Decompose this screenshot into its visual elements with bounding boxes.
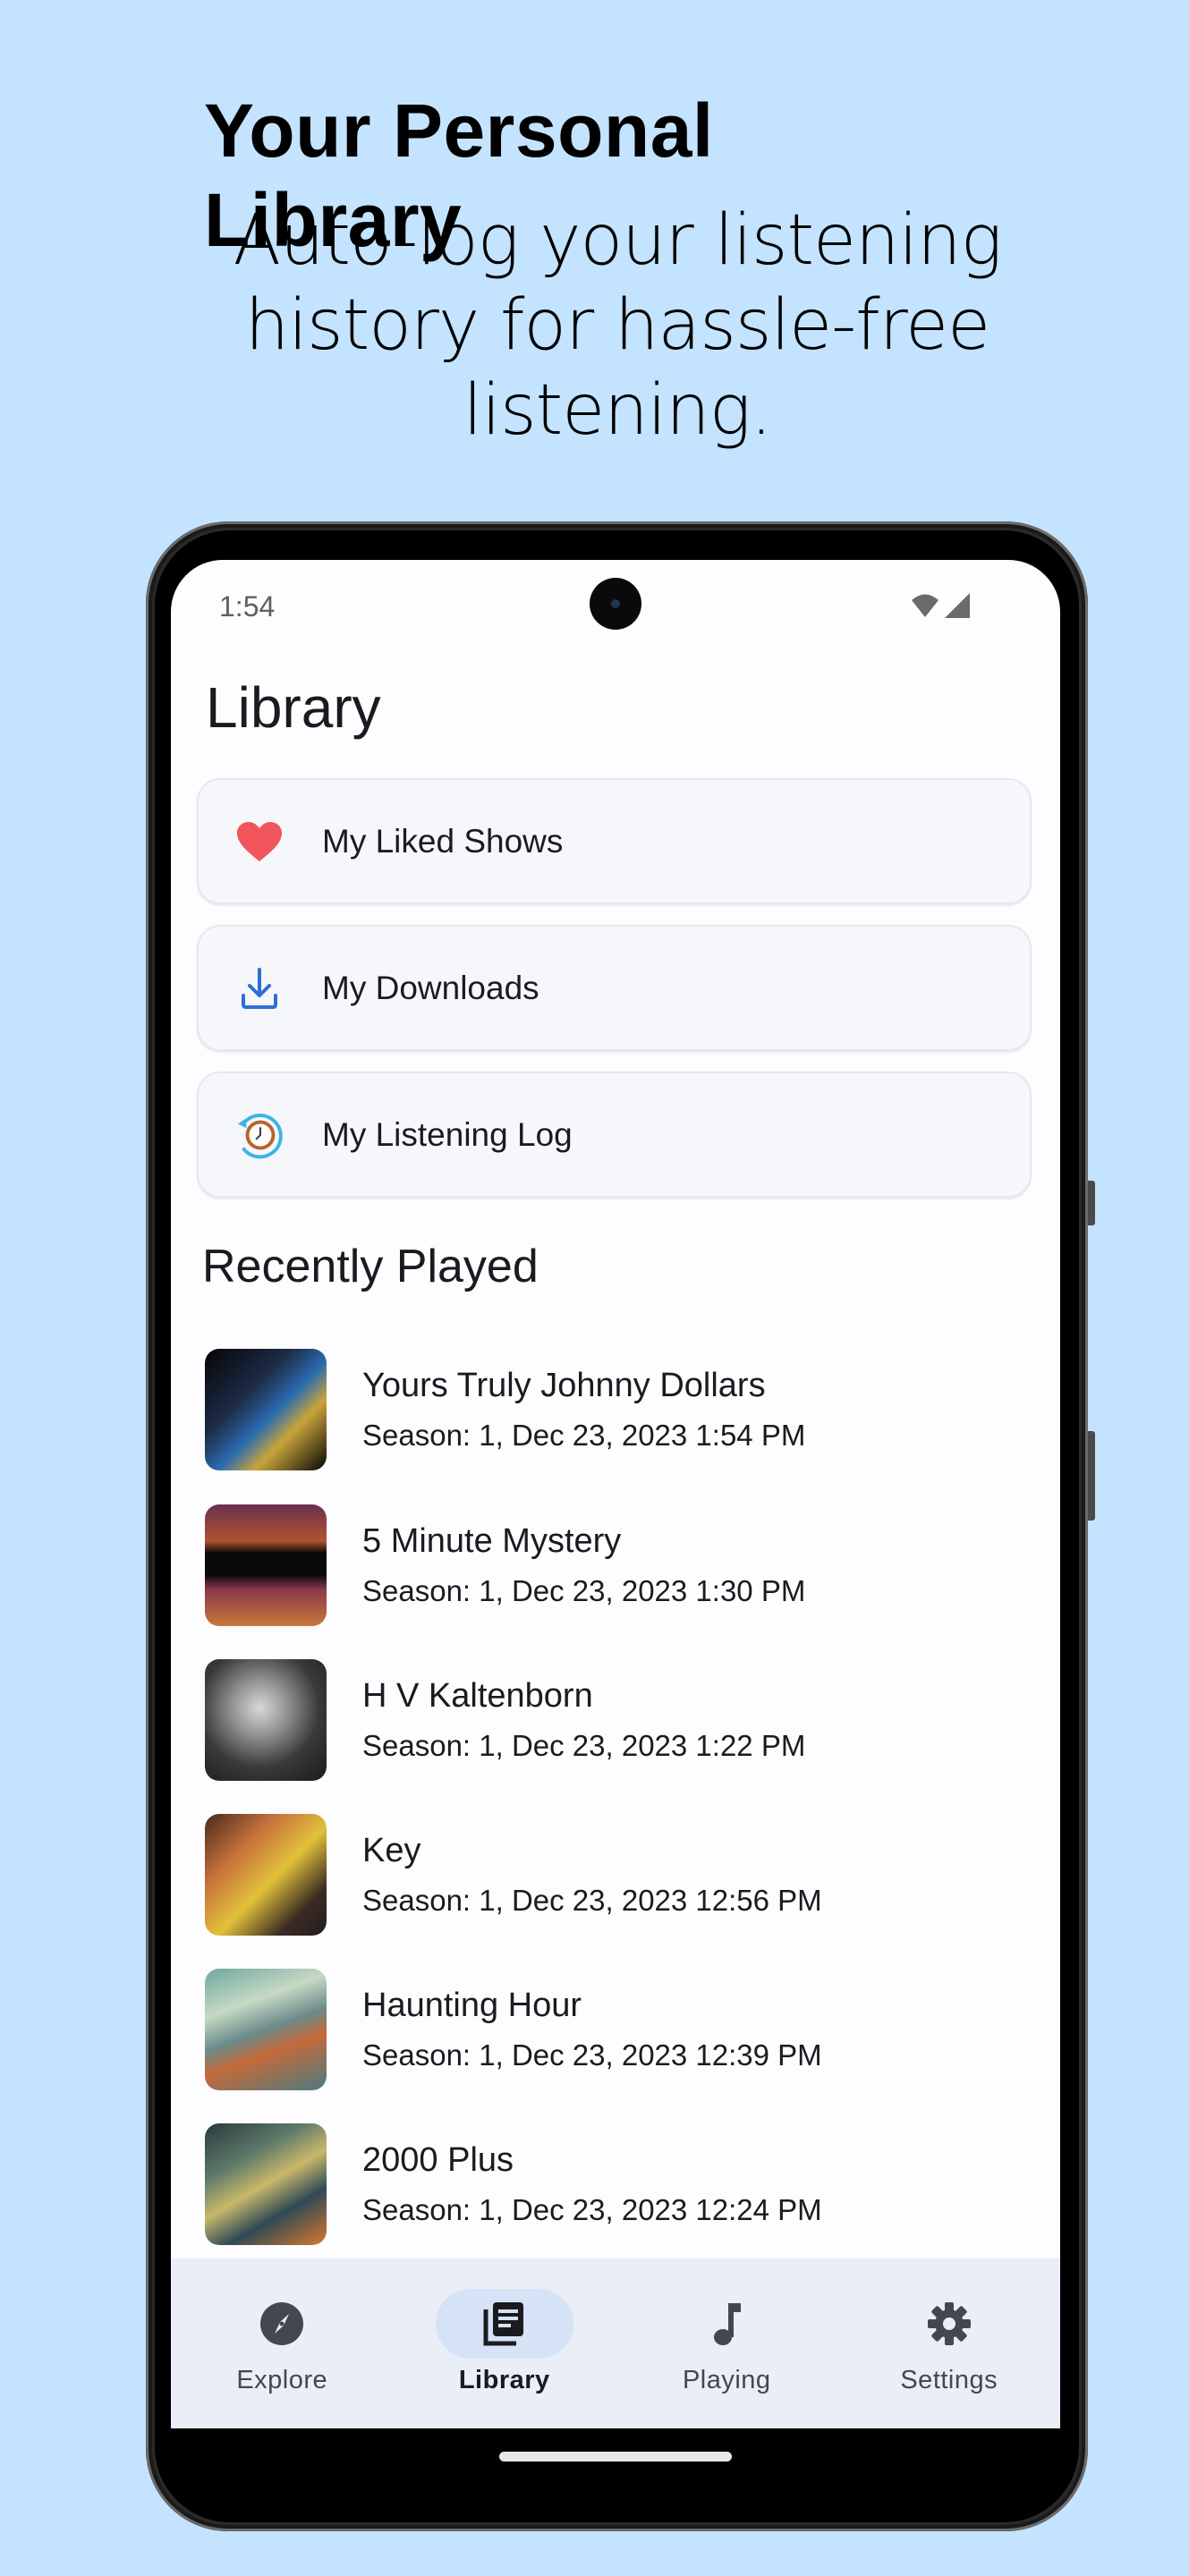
item-title: Key — [362, 1832, 421, 1869]
item-subtitle: Season: 1, Dec 23, 2023 12:56 PM — [362, 1884, 822, 1917]
cover-art — [205, 2123, 327, 2245]
item-title: Haunting Hour — [362, 1987, 582, 2024]
library-books-icon — [483, 2302, 523, 2346]
cover-art — [205, 1659, 327, 1781]
item-subtitle: Season: 1, Dec 23, 2023 12:39 PM — [362, 2038, 822, 2072]
item-title: H V Kaltenborn — [362, 1677, 593, 1715]
home-indicator[interactable] — [499, 2452, 732, 2462]
downloads-card[interactable]: My Downloads — [197, 925, 1032, 1051]
cover-art — [205, 1349, 327, 1470]
heart-icon — [234, 817, 285, 867]
item-subtitle: Season: 1, Dec 23, 2023 1:54 PM — [362, 1419, 806, 1452]
power-button — [1088, 1431, 1095, 1521]
compass-icon — [260, 2302, 304, 2345]
status-time: 1:54 — [219, 590, 276, 623]
nav-playing[interactable]: Playing — [616, 2258, 838, 2428]
bottom-navigation: Explore Library Playing Settings — [171, 2258, 1060, 2428]
recent-item[interactable]: Haunting Hour Season: 1, Dec 23, 2023 12… — [205, 1969, 1028, 2090]
status-icons — [910, 592, 971, 619]
item-subtitle: Season: 1, Dec 23, 2023 1:22 PM — [362, 1729, 806, 1762]
nav-label: Settings — [900, 2366, 998, 2394]
phone-screen: 1:54 Library My Liked Shows My Downloads… — [171, 560, 1060, 2428]
front-camera — [590, 578, 641, 630]
cell-signal-icon — [945, 593, 970, 618]
recent-item[interactable]: 5 Minute Mystery Season: 1, Dec 23, 2023… — [205, 1504, 1028, 1626]
nav-explore[interactable]: Explore — [171, 2258, 394, 2428]
nav-pill — [213, 2289, 351, 2359]
nav-label: Explore — [236, 2366, 328, 2394]
recent-item[interactable]: H V Kaltenborn Season: 1, Dec 23, 2023 1… — [205, 1659, 1028, 1781]
item-title: Yours Truly Johnny Dollars — [362, 1367, 766, 1404]
card-label: My Downloads — [322, 969, 539, 1006]
liked-shows-card[interactable]: My Liked Shows — [197, 778, 1032, 904]
cover-art — [205, 1814, 327, 1936]
nav-settings[interactable]: Settings — [838, 2258, 1061, 2428]
download-icon — [234, 963, 285, 1013]
music-note-icon — [714, 2303, 742, 2345]
recent-item[interactable]: Key Season: 1, Dec 23, 2023 12:56 PM — [205, 1814, 1028, 1936]
listening-log-card[interactable]: My Listening Log — [197, 1072, 1032, 1198]
cover-art — [205, 1504, 327, 1626]
wifi-icon — [912, 594, 938, 617]
recently-played-title: Recently Played — [202, 1241, 539, 1292]
nav-pill-active — [435, 2289, 573, 2359]
history-clock-icon — [234, 1110, 285, 1160]
item-subtitle: Season: 1, Dec 23, 2023 1:30 PM — [362, 1574, 806, 1607]
nav-label: Playing — [682, 2366, 771, 2394]
item-title: 5 Minute Mystery — [362, 1522, 622, 1560]
recent-item[interactable]: 2000 Plus Season: 1, Dec 23, 2023 12:24 … — [205, 2123, 1028, 2245]
nav-library[interactable]: Library — [394, 2258, 616, 2428]
item-title: 2000 Plus — [362, 2141, 514, 2179]
nav-pill — [658, 2289, 795, 2359]
page-title: Library — [206, 675, 381, 740]
nav-pill — [880, 2289, 1018, 2359]
item-subtitle: Season: 1, Dec 23, 2023 12:24 PM — [362, 2193, 822, 2226]
cover-art — [205, 1969, 327, 2090]
card-label: My Listening Log — [322, 1115, 573, 1153]
recent-item[interactable]: Yours Truly Johnny Dollars Season: 1, De… — [205, 1349, 1028, 1470]
promo-subtitle: Auto-log your listening history for hass… — [233, 200, 1003, 451]
nav-label: Library — [458, 2366, 550, 2394]
volume-button — [1088, 1181, 1095, 1225]
card-label: My Liked Shows — [322, 822, 564, 860]
gear-icon — [927, 2302, 971, 2345]
